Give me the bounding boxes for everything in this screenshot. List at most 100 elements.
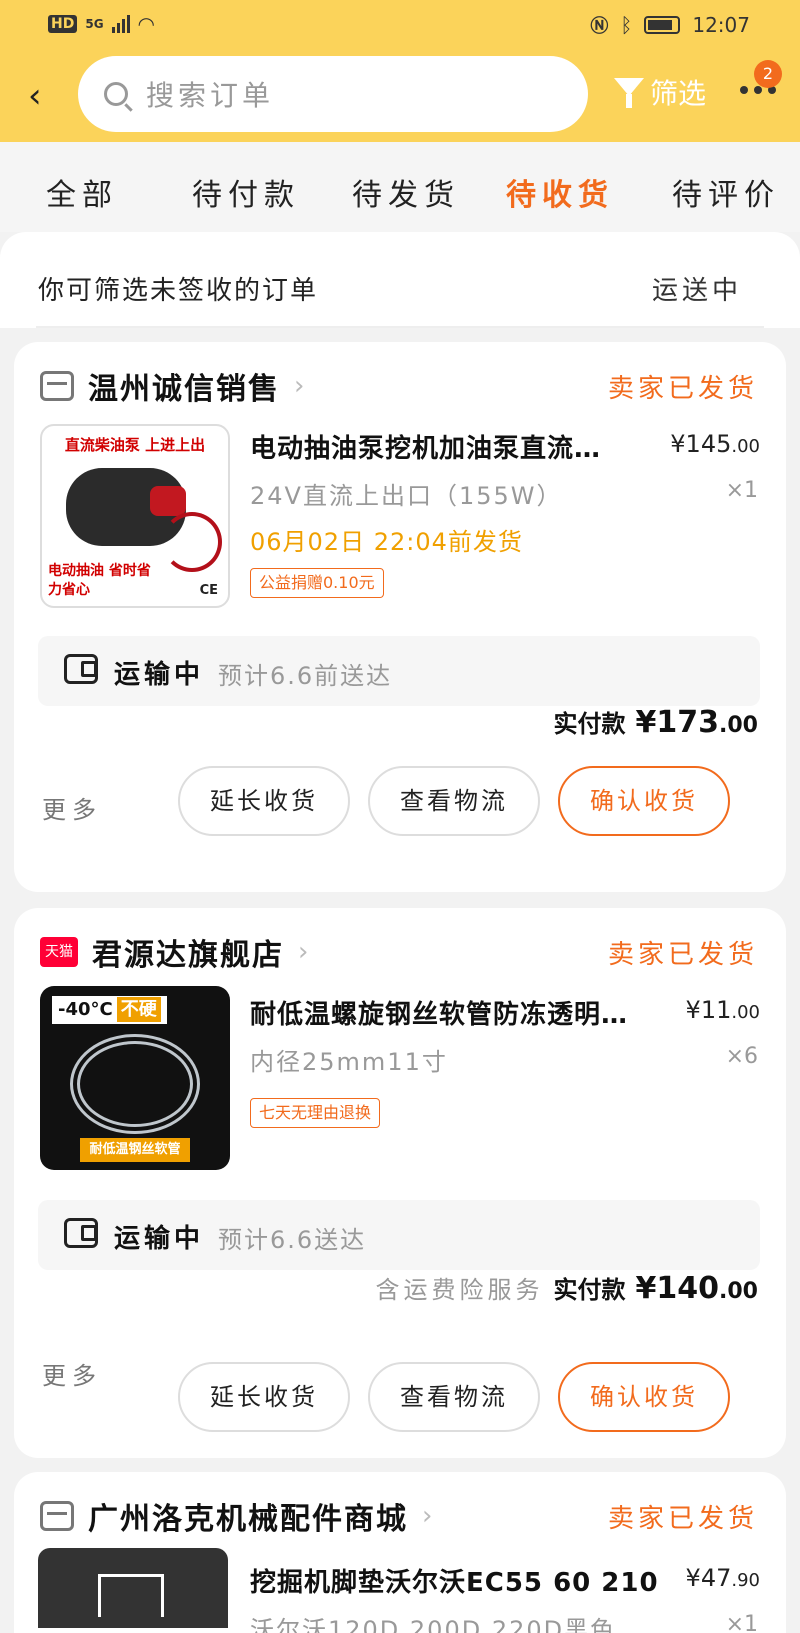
truck-icon xyxy=(64,654,98,684)
product-qty: ×6 xyxy=(725,1044,758,1069)
return-policy-tag: 七天无理由退换 xyxy=(250,1098,381,1128)
store-icon xyxy=(40,371,74,401)
image-footer-text: 电动抽油 省时省力省心 xyxy=(48,563,151,598)
image-footer-text: 耐低温钢丝软管 xyxy=(80,1138,190,1162)
price-main: ¥47 xyxy=(685,1564,732,1592)
product-name[interactable]: 挖掘机脚垫沃尔沃EC55 60 210 2… xyxy=(250,1562,660,1599)
wire-graphic xyxy=(162,512,222,572)
shop-name: 广州洛克机械配件商城 xyxy=(88,1502,408,1537)
total-amount: ¥140.00 xyxy=(636,1271,758,1306)
shipping-eta: 预计6.6前送达 xyxy=(218,662,393,690)
wifi-icon: ◠ xyxy=(137,12,155,36)
search-input[interactable]: 搜索订单 xyxy=(78,56,588,132)
total-label: 实付款 xyxy=(553,710,626,738)
charity-tag: 公益捐赠0.10元 xyxy=(250,568,384,598)
product-price: ¥145.00 xyxy=(670,430,760,458)
order-total: 实付款 ¥173.00 xyxy=(554,704,758,740)
hose-graphic xyxy=(70,1034,200,1134)
price-decimal: .00 xyxy=(731,1002,760,1023)
signal-icon xyxy=(111,15,130,33)
shipping-status: 运输中 xyxy=(114,1224,205,1254)
filter-hint: 你可筛选未签收的订单 xyxy=(38,276,319,306)
extend-receipt-button[interactable]: 延长收货 xyxy=(178,766,350,836)
tmall-icon: 天猫 xyxy=(40,937,78,967)
order-tabs: 全部 待付款 待发货 待收货 待评价 xyxy=(0,142,800,232)
dot-icon xyxy=(754,86,762,94)
shop-link[interactable]: 温州诚信销售 › xyxy=(40,364,304,408)
filter-status-option[interactable]: 运送中 xyxy=(652,270,742,307)
store-icon xyxy=(40,1501,74,1531)
price-decimal: .00 xyxy=(731,436,760,457)
product-name[interactable]: 电动抽油泵挖机加油泵直流… xyxy=(250,428,660,465)
product-spec: 24V直流上出口（155W） xyxy=(250,482,563,510)
shop-name: 温州诚信销售 xyxy=(88,372,280,407)
filter-bar: 你可筛选未签收的订单 运送中 xyxy=(0,232,800,328)
product-qty: ×1 xyxy=(725,478,758,503)
product-image[interactable]: -40°C 不硬 耐低温钢丝软管 xyxy=(40,986,230,1170)
back-button[interactable]: ‹ xyxy=(28,78,56,114)
filter-label: 筛选 xyxy=(650,77,707,110)
image-header-text: 直流柴油泵 上进上出 xyxy=(46,432,224,458)
hd-indicator: HD xyxy=(48,15,78,33)
shipping-eta: 预计6.6送达 xyxy=(218,1226,367,1254)
tab-to-review[interactable]: 待评价 xyxy=(672,170,780,214)
view-logistics-button[interactable]: 查看物流 xyxy=(368,1362,540,1432)
network-indicator: 5G xyxy=(85,17,104,31)
order-card: 广州洛克机械配件商城 › 卖家已发货 挖掘机脚垫沃尔沃EC55 60 210 2… xyxy=(14,1472,786,1633)
product-spec: 沃尔沃120D 200D 220D黑色 xyxy=(250,1616,617,1633)
amount-decimal: .00 xyxy=(719,713,758,738)
notification-badge: 2 xyxy=(754,60,782,88)
order-card: 天猫 君源达旗舰店 › 卖家已发货 -40°C 不硬 耐低温钢丝软管 耐低温螺旋钢… xyxy=(14,908,786,1458)
product-image[interactable]: 直流柴油泵 上进上出 电动抽油 省时省力省心 CE xyxy=(40,424,230,608)
top-bar: HD 5G ◠ Ⓝ ᛒ 12:07 ‹ 搜索订单 筛选 2 xyxy=(0,0,800,142)
divider xyxy=(36,326,764,328)
tab-to-pay[interactable]: 待付款 xyxy=(192,170,300,214)
more-link[interactable]: 更多 xyxy=(42,1356,102,1391)
nfc-icon: Ⓝ xyxy=(590,16,609,37)
product-spec: 内径25mm11寸 xyxy=(250,1048,448,1076)
view-logistics-button[interactable]: 查看物流 xyxy=(368,766,540,836)
confirm-receipt-button[interactable]: 确认收货 xyxy=(558,1362,730,1432)
order-status: 卖家已发货 xyxy=(607,1504,758,1534)
shipping-status: 运输中 xyxy=(114,660,205,690)
chevron-left-icon: ‹ xyxy=(28,76,42,116)
order-status: 卖家已发货 xyxy=(607,940,758,970)
order-card: 温州诚信销售 › 卖家已发货 直流柴油泵 上进上出 电动抽油 省时省力省心 CE… xyxy=(14,342,786,892)
shop-name: 君源达旗舰店 xyxy=(92,938,284,973)
battery-icon xyxy=(644,16,681,34)
shipping-status-row[interactable]: 运输中 预计6.6送达 xyxy=(38,1200,760,1270)
search-icon xyxy=(104,82,128,106)
total-label: 实付款 xyxy=(553,1276,626,1304)
ship-deadline: 06月02日 22:04前发货 xyxy=(250,528,523,556)
product-image[interactable] xyxy=(38,1548,228,1628)
product-price: ¥11.00 xyxy=(686,996,760,1024)
shop-link[interactable]: 广州洛克机械配件商城 › xyxy=(40,1494,432,1538)
temp-text: -40°C xyxy=(58,999,113,1020)
funnel-icon xyxy=(614,76,644,108)
product-name[interactable]: 耐低温螺旋钢丝软管防冻透明… xyxy=(250,994,660,1031)
price-main: ¥145 xyxy=(670,430,732,458)
search-placeholder: 搜索订单 xyxy=(146,79,275,112)
amount-main: ¥140 xyxy=(635,1271,720,1306)
status-bar: HD 5G ◠ Ⓝ ᛒ 12:07 xyxy=(0,0,800,48)
filter-button[interactable]: 筛选 xyxy=(614,72,706,112)
price-decimal: .90 xyxy=(731,1570,760,1591)
order-status: 卖家已发货 xyxy=(607,374,758,404)
shop-link[interactable]: 天猫 君源达旗舰店 › xyxy=(40,930,308,974)
dot-icon xyxy=(740,86,748,94)
tab-to-receive[interactable]: 待收货 xyxy=(506,170,614,214)
confirm-receipt-button[interactable]: 确认收货 xyxy=(558,766,730,836)
shipping-status-row[interactable]: 运输中 预计6.6前送达 xyxy=(38,636,760,706)
chevron-right-icon: › xyxy=(422,1501,433,1531)
tab-all[interactable]: 全部 xyxy=(46,170,118,214)
amount-main: ¥173 xyxy=(635,705,720,740)
order-total: 含运费险服务 实付款 ¥140.00 xyxy=(376,1270,758,1306)
chevron-right-icon: › xyxy=(298,937,309,967)
product-price: ¥47.90 xyxy=(686,1564,760,1592)
amount-decimal: .00 xyxy=(719,1279,758,1304)
more-link[interactable]: 更多 xyxy=(42,790,102,825)
tab-to-ship[interactable]: 待发货 xyxy=(352,170,460,214)
extend-receipt-button[interactable]: 延长收货 xyxy=(178,1362,350,1432)
insurance-note: 含运费险服务 xyxy=(375,1276,544,1304)
chevron-right-icon: › xyxy=(294,371,305,401)
